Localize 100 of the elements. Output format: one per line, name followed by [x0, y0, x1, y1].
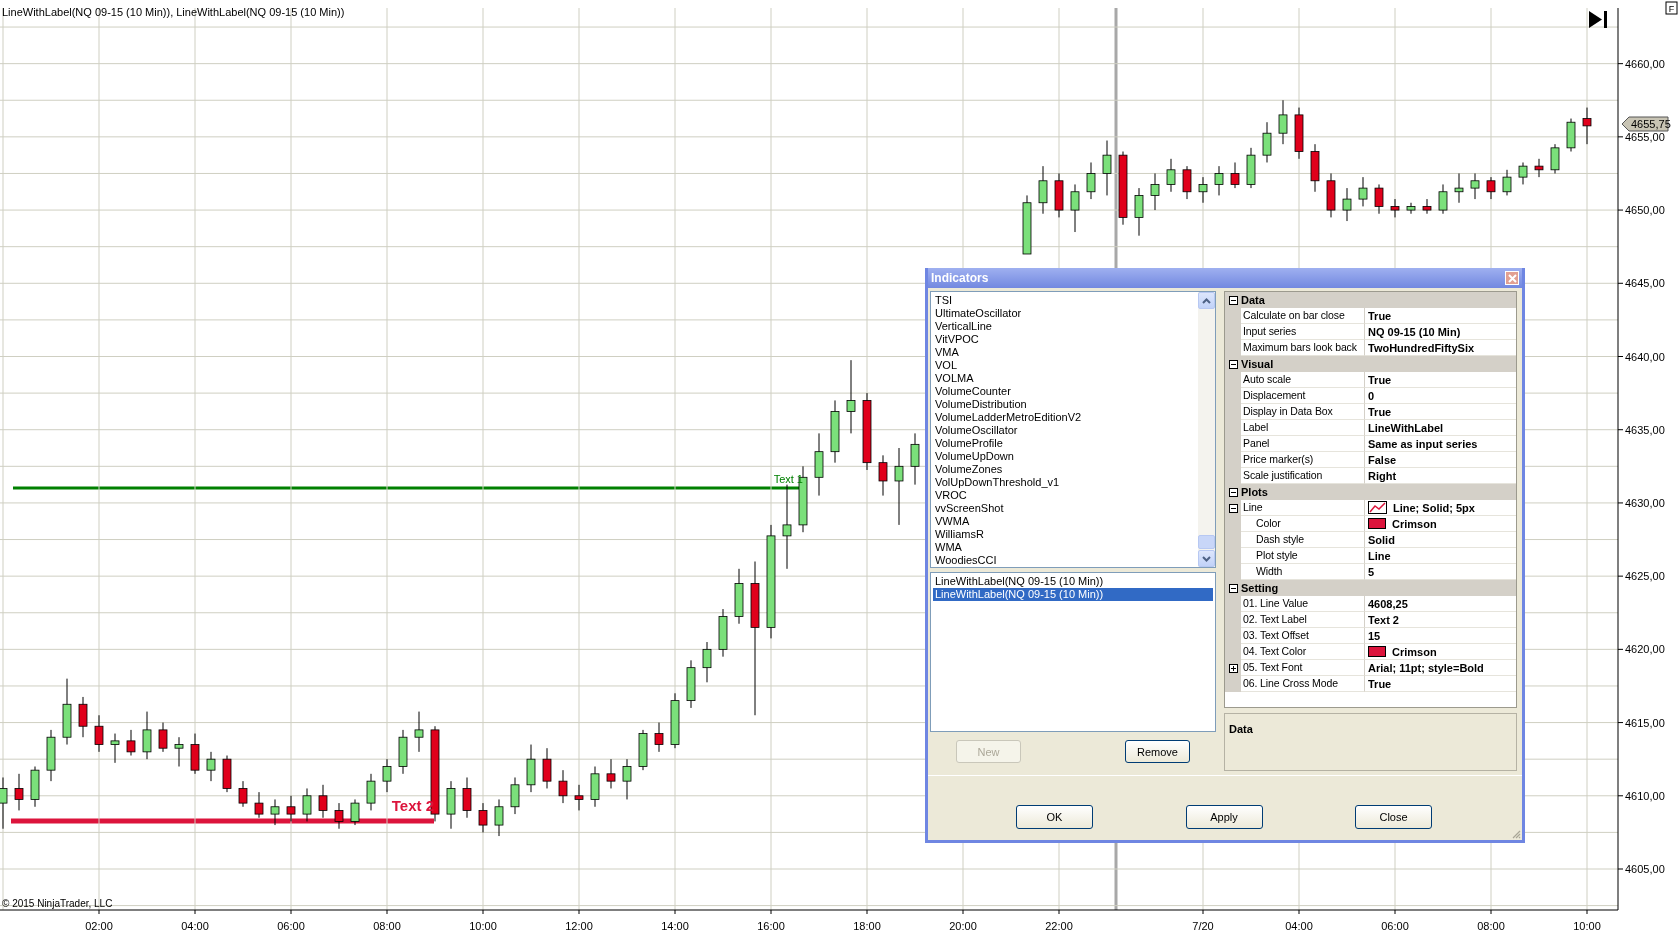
property-name: Color	[1241, 516, 1365, 532]
indicator-list-item[interactable]: vvScreenShot	[933, 502, 1196, 515]
candle	[1422, 198, 1432, 215]
scroll-down-button[interactable]	[1198, 550, 1215, 567]
time-axis-label: 06:00	[277, 920, 305, 932]
indicator-list-item[interactable]: VolUpDownThreshold_v1	[933, 476, 1196, 489]
indicator-list-item[interactable]: TSI	[933, 294, 1196, 307]
property-name: Panel	[1241, 436, 1365, 452]
applied-indicator-item[interactable]: LineWithLabel(NQ 09-15 (10 Min))	[933, 588, 1213, 601]
candle	[222, 755, 232, 793]
property-value[interactable]: 15	[1368, 629, 1381, 642]
property-value[interactable]: True	[1368, 677, 1392, 690]
candle	[1374, 183, 1384, 215]
scrollbar-thumb[interactable]	[1198, 535, 1215, 549]
candle	[494, 798, 504, 837]
property-value[interactable]: Text 2	[1368, 613, 1399, 626]
property-value[interactable]: False	[1368, 453, 1397, 466]
dialog-button[interactable]: Apply	[1185, 805, 1263, 829]
candle	[14, 773, 24, 811]
property-name: Display in Data Box	[1241, 404, 1365, 420]
property-value[interactable]: 5	[1368, 565, 1375, 578]
candle	[638, 729, 648, 771]
collapse-icon[interactable]	[1228, 503, 1238, 513]
collapse-icon[interactable]	[1228, 359, 1238, 369]
candle	[622, 758, 632, 800]
property-name: Maximum bars look back	[1241, 340, 1365, 356]
candle	[1502, 169, 1512, 196]
indicator-list-item[interactable]: WilliamsR	[933, 528, 1196, 541]
candle	[1198, 176, 1208, 204]
indicator-list-item[interactable]: VOL	[933, 359, 1196, 372]
category-row[interactable]: Visual	[1225, 356, 1516, 372]
indicator-list-item[interactable]: VolumeDistribution	[933, 398, 1196, 411]
candle	[702, 641, 712, 683]
scroll-up-button[interactable]	[1198, 292, 1215, 309]
property-name: Dash style	[1241, 532, 1365, 548]
applied-indicator-item[interactable]: LineWithLabel(NQ 09-15 (10 Min))	[933, 575, 1213, 588]
candle	[30, 766, 40, 808]
time-axis-label: 22:00	[1045, 920, 1073, 932]
scrollbar[interactable]	[1198, 292, 1215, 567]
indicator-list-item[interactable]: VitVPOC	[933, 333, 1196, 346]
candle	[46, 729, 56, 782]
candle	[830, 399, 840, 464]
price-axis-label: 4615,00	[1625, 716, 1665, 729]
indicator-list-item[interactable]: VolumeProfile	[933, 437, 1196, 450]
indicator-list-item[interactable]: VolumeUpDown	[933, 450, 1196, 463]
category-row[interactable]: Setting	[1225, 580, 1516, 596]
collapse-icon[interactable]	[1228, 487, 1238, 497]
indicator-list-item[interactable]: WMA	[933, 541, 1196, 554]
expand-icon[interactable]	[1228, 663, 1238, 673]
indicator-list-item[interactable]: VWMA	[933, 515, 1196, 528]
list-action-button[interactable]: Remove	[1125, 740, 1190, 763]
collapse-icon[interactable]	[1228, 583, 1238, 593]
chart-title: LineWithLabel(NQ 09-15 (10 Min)), LineWithLabel(NQ 09-15 (10 Min))	[2, 6, 345, 18]
indicator-list-item[interactable]: VolumeCounter	[933, 385, 1196, 398]
property-name: Input series	[1241, 324, 1365, 340]
candle	[878, 454, 888, 497]
category-row[interactable]: Plots	[1225, 484, 1516, 500]
indicator-list-item[interactable]: VerticalLine	[933, 320, 1196, 333]
candle	[382, 758, 392, 793]
indicator-list-item[interactable]: VolumeOscillator	[933, 424, 1196, 437]
indicator-list-item[interactable]: UltimateOscillator	[933, 307, 1196, 320]
category-label: Data	[1241, 294, 1265, 306]
indicator-list-item[interactable]: VolumeZones	[933, 463, 1196, 476]
candle	[1390, 198, 1400, 218]
resize-grip[interactable]	[1511, 829, 1521, 839]
property-value[interactable]: Right	[1368, 469, 1397, 482]
candle	[1022, 194, 1032, 255]
candle	[1246, 147, 1256, 189]
category-row[interactable]: Data	[1225, 292, 1516, 308]
property-name: 04. Text Color	[1241, 644, 1365, 660]
chart-corner-button[interactable]: F	[1665, 1, 1678, 15]
property-value[interactable]: True	[1368, 373, 1392, 386]
skip-to-end-icon[interactable]	[1589, 11, 1607, 28]
property-value[interactable]: True	[1368, 405, 1392, 418]
candle	[1486, 176, 1496, 200]
dialog-button[interactable]: Close	[1355, 805, 1432, 829]
candle	[814, 432, 824, 497]
dialog-button[interactable]: OK	[1016, 805, 1093, 829]
time-axis-label: 12:00	[565, 920, 593, 932]
time-axis-label: 02:00	[85, 920, 113, 932]
candle	[686, 659, 696, 709]
candle	[910, 432, 920, 486]
indicator-list-item[interactable]: WoodiesCCI	[933, 554, 1196, 567]
indicator-list-item[interactable]: VOLMA	[933, 372, 1196, 385]
candle	[1294, 107, 1304, 160]
indicator-list-item[interactable]: VolumeLadderMetroEditionV2	[933, 411, 1196, 424]
time-axis-label: 18:00	[853, 920, 881, 932]
collapse-icon[interactable]	[1228, 295, 1238, 305]
indicator-list-item[interactable]: VMA	[933, 346, 1196, 359]
property-value[interactable]: True	[1368, 309, 1392, 322]
indicator-list-item[interactable]: VROC	[933, 489, 1196, 502]
candle	[1406, 202, 1416, 215]
property-value[interactable]: 0	[1368, 389, 1375, 402]
candle	[734, 568, 744, 625]
property-value[interactable]: Solid	[1368, 533, 1395, 546]
candle	[1262, 121, 1272, 163]
property-name: 03. Text Offset	[1241, 628, 1365, 644]
property-value[interactable]: Line	[1368, 549, 1391, 562]
candle	[718, 608, 728, 658]
price-axis-label: 4610,00	[1625, 789, 1665, 802]
